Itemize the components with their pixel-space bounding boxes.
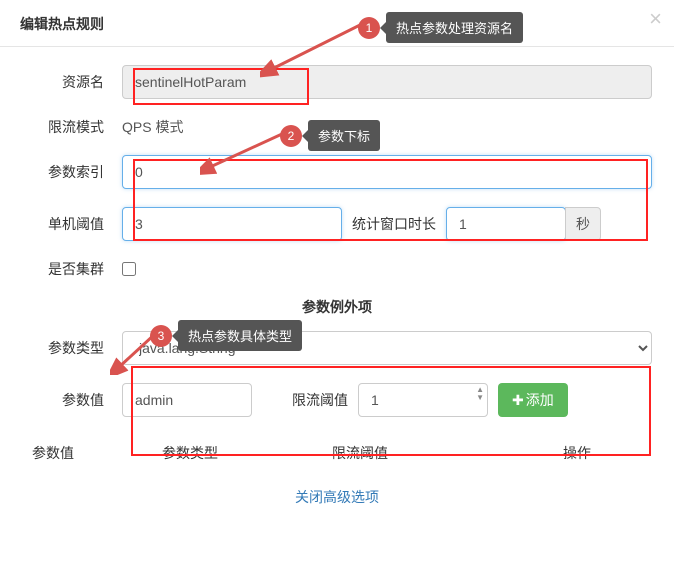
mode-label: 限流模式 <box>22 117 122 137</box>
add-button-label: 添加 <box>526 390 554 410</box>
th-action: 操作 <box>502 443 652 463</box>
limit-threshold-label: 限流阈值 <box>292 390 348 410</box>
window-input[interactable] <box>446 207 566 241</box>
param-value-label: 参数值 <box>22 390 122 410</box>
param-index-label: 参数索引 <box>22 162 122 182</box>
th-param-value: 参数值 <box>32 443 162 463</box>
threshold-label: 单机阈值 <box>22 214 122 234</box>
th-param-type: 参数类型 <box>162 443 332 463</box>
modal-title: 编辑热点规则 <box>0 0 674 47</box>
add-button[interactable]: ✚ 添加 <box>498 383 568 417</box>
cluster-label: 是否集群 <box>22 259 122 279</box>
modal-dialog: × 编辑热点规则 资源名 限流模式 QPS 模式 参数索引 单机阈值 统计窗口时 <box>0 0 674 527</box>
param-index-input[interactable] <box>122 155 652 189</box>
resource-input <box>122 65 652 99</box>
exception-table-header: 参数值 参数类型 限流阈值 操作 <box>22 435 652 469</box>
resource-label: 资源名 <box>22 72 122 92</box>
window-unit: 秒 <box>565 207 601 241</box>
limit-threshold-input[interactable] <box>358 383 488 417</box>
th-limit: 限流阈值 <box>332 443 502 463</box>
param-type-label: 参数类型 <box>22 338 122 358</box>
plus-icon: ✚ <box>512 392 524 409</box>
exception-section-title: 参数例外项 <box>22 297 652 317</box>
param-type-select[interactable]: java.lang.String <box>122 331 652 365</box>
collapse-advanced-link[interactable]: 关闭高级选项 <box>22 469 652 517</box>
cluster-checkbox[interactable] <box>122 262 136 276</box>
stepper-icon[interactable]: ▲▼ <box>476 386 484 402</box>
window-label: 统计窗口时长 <box>352 214 436 234</box>
close-icon[interactable]: × <box>649 6 662 32</box>
param-value-input[interactable] <box>122 383 252 417</box>
mode-value: QPS 模式 <box>122 117 183 137</box>
threshold-input[interactable] <box>122 207 342 241</box>
